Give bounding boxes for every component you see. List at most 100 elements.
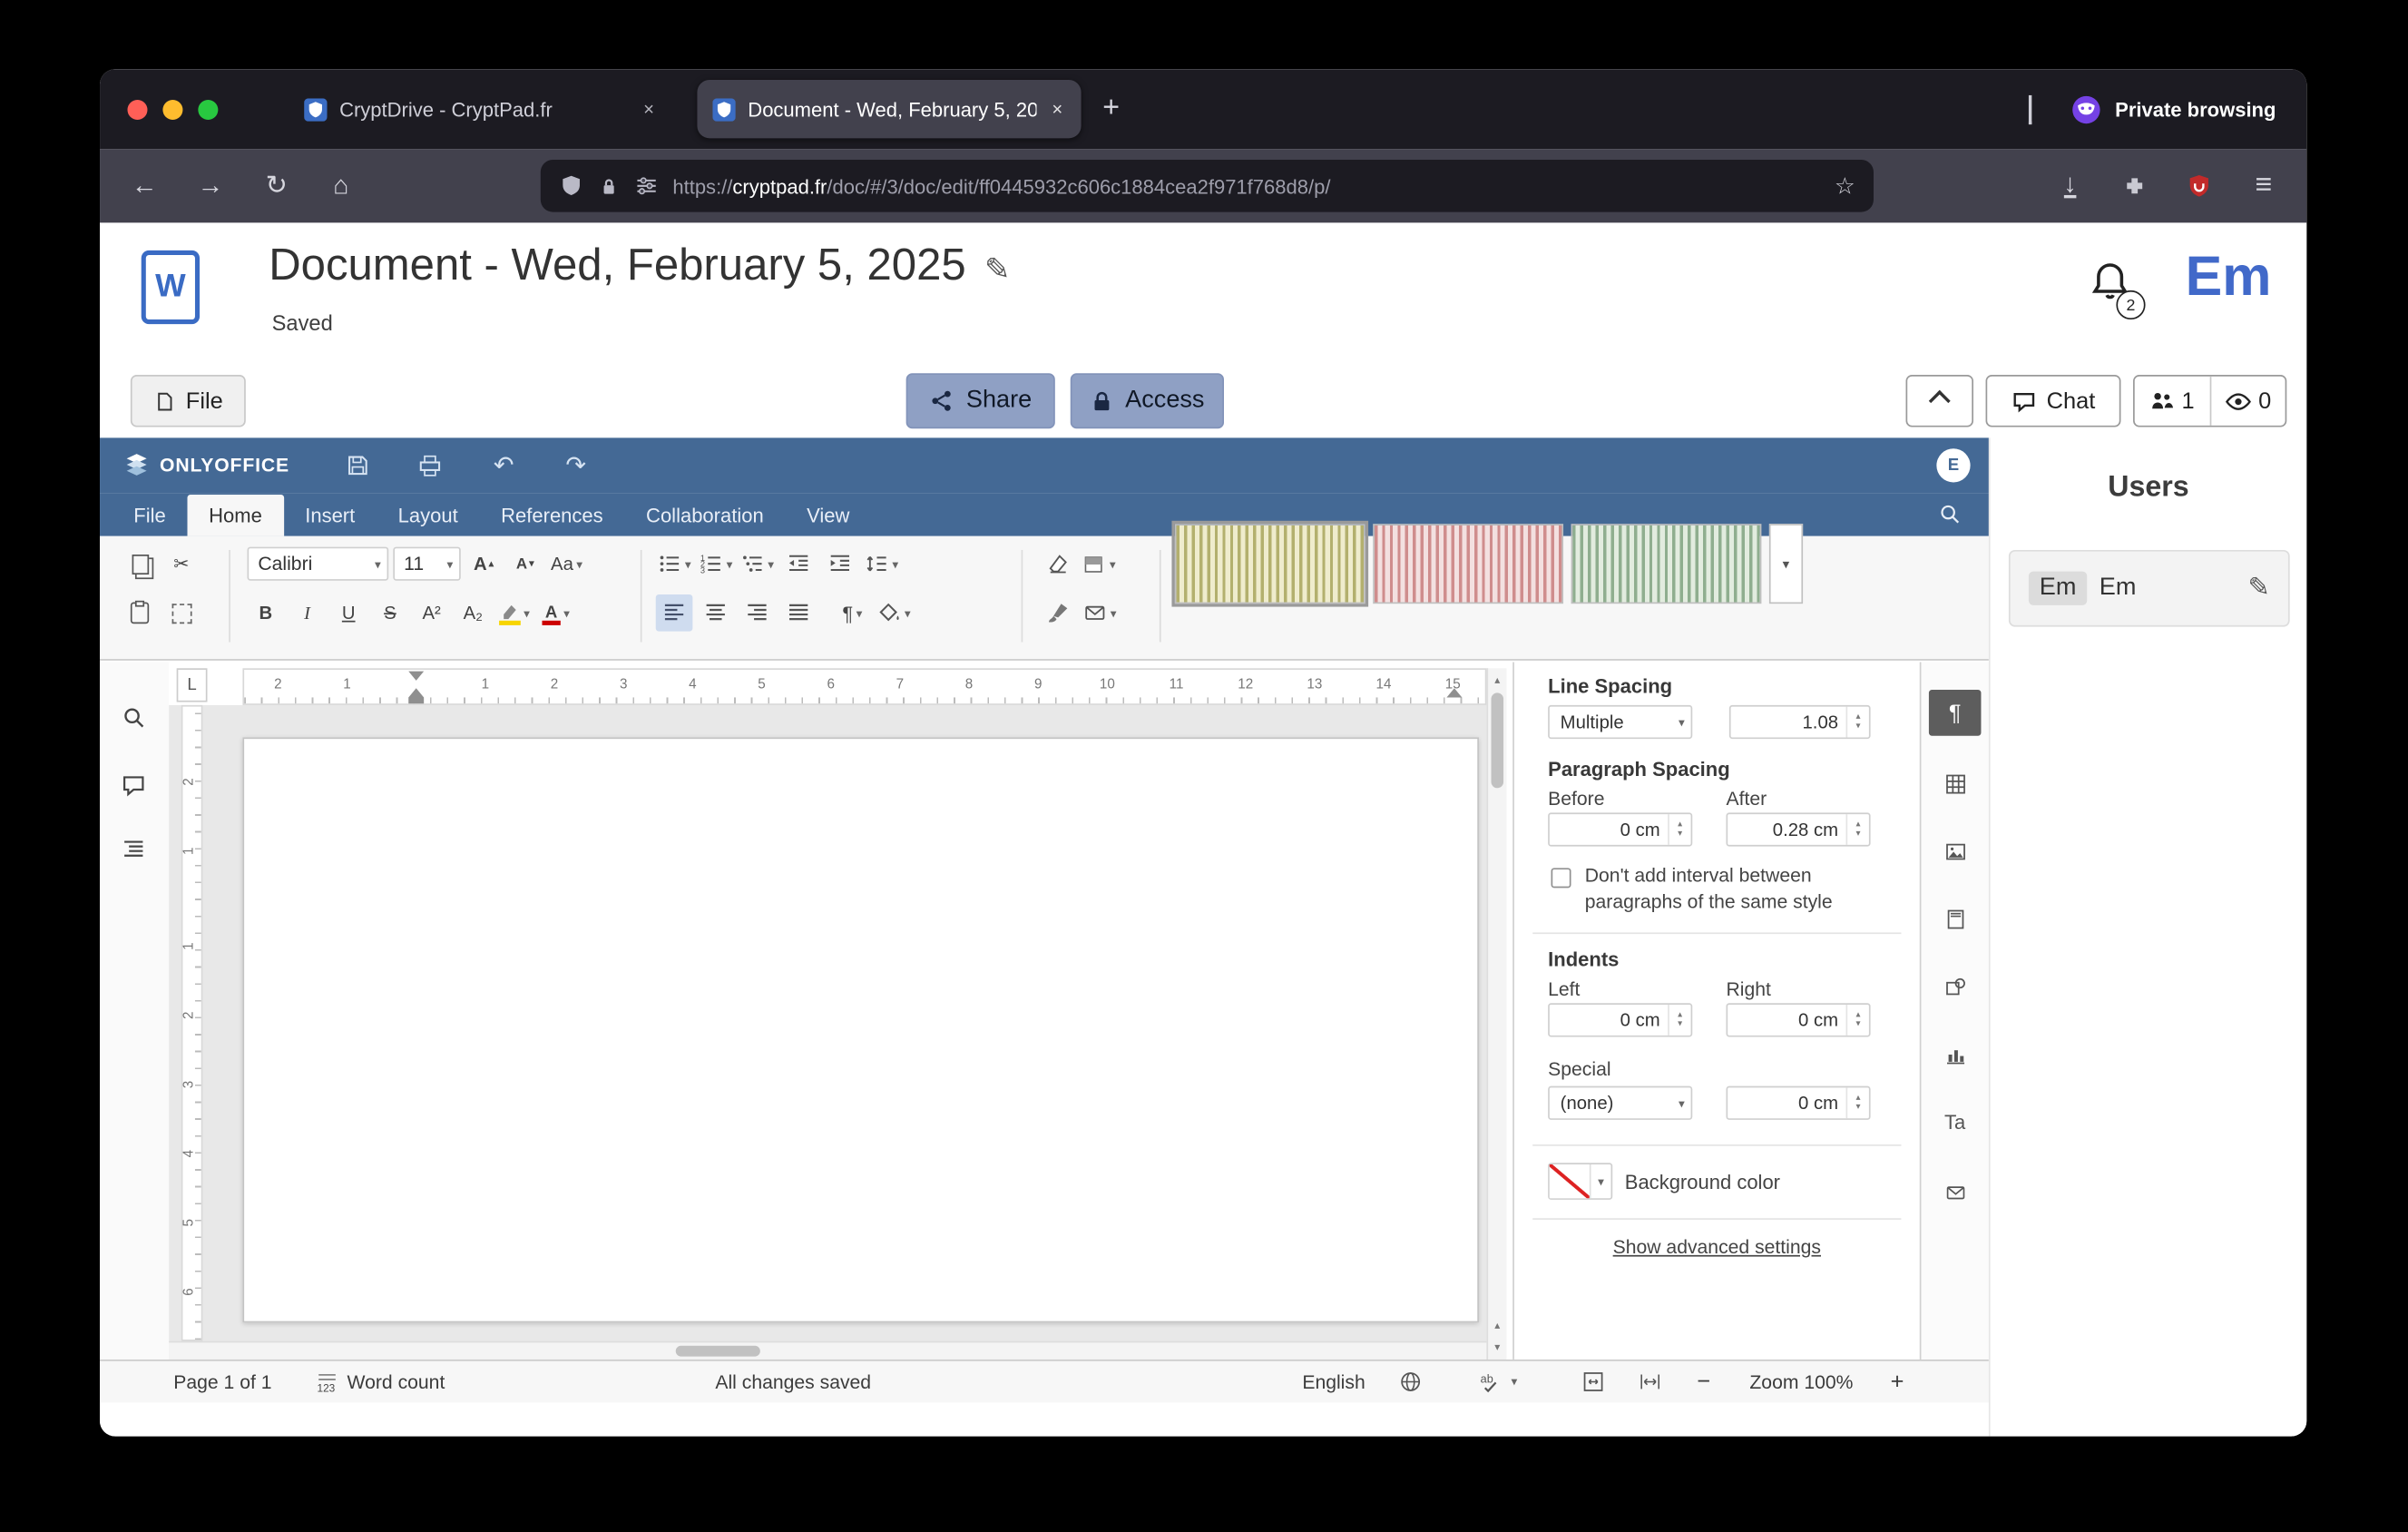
line-spacing-button[interactable] (863, 545, 900, 583)
special-select[interactable]: (none) (1548, 1086, 1692, 1120)
bookmark-star-icon[interactable]: ☆ (1835, 172, 1855, 200)
indent-left-spinner[interactable]: 0 cm (1548, 1003, 1692, 1036)
comments-button[interactable] (113, 763, 155, 806)
spacing-after-spinner[interactable]: 0.28 cm (1726, 812, 1870, 846)
set-language-button[interactable] (1399, 1361, 1422, 1403)
scroll-up-arrow[interactable]: ▴ (1488, 672, 1506, 690)
special-amount-spinner[interactable]: 0 cm (1726, 1086, 1870, 1120)
align-center-button[interactable] (697, 594, 734, 632)
shape-settings-tab[interactable] (1929, 963, 1982, 1009)
paragraph-shading-button[interactable] (876, 594, 913, 632)
language-button[interactable]: English (1302, 1361, 1365, 1403)
style-preview-2[interactable] (1373, 524, 1563, 604)
style-gallery-expand-button[interactable]: ▾ (1769, 524, 1803, 604)
zoom-in-button[interactable]: + (1891, 1361, 1904, 1403)
menu-tab-view[interactable]: View (785, 495, 871, 536)
font-size-select[interactable]: 11 (393, 547, 460, 581)
indent-right-spinner[interactable]: 0 cm (1726, 1003, 1870, 1036)
home-button[interactable]: ⌂ (318, 162, 364, 209)
italic-button[interactable]: I (289, 594, 326, 632)
swatch-caret-icon[interactable]: ▾ (1591, 1164, 1611, 1198)
headerfooter-settings-tab[interactable] (1929, 896, 1982, 942)
https-lock-icon[interactable] (597, 174, 620, 197)
find-button[interactable] (113, 696, 155, 739)
share-button[interactable]: Share (906, 373, 1055, 428)
bullet-list-button[interactable] (656, 545, 693, 583)
tab-stop-selector[interactable]: L (177, 668, 208, 702)
cut-button[interactable]: ✂ (162, 545, 200, 583)
font-name-select[interactable]: Calibri (248, 547, 389, 581)
back-button[interactable]: ← (122, 162, 168, 209)
style-preview-1[interactable] (1175, 524, 1366, 604)
left-indent-marker[interactable] (408, 697, 424, 703)
url-bar[interactable]: https://cryptpad.fr/doc/#/3/doc/edit/ff0… (541, 160, 1874, 212)
mail-merge-button[interactable] (1082, 594, 1119, 632)
reload-button[interactable]: ↻ (253, 162, 299, 209)
image-settings-tab[interactable] (1929, 828, 1982, 874)
forward-button[interactable]: → (187, 162, 233, 209)
copy-style-button[interactable] (1040, 594, 1077, 632)
chart-settings-tab[interactable] (1929, 1031, 1982, 1077)
user-avatar-initials[interactable]: Em (2186, 244, 2272, 309)
zoom-out-button[interactable]: − (1697, 1361, 1710, 1403)
font-color-button[interactable]: A (537, 594, 574, 632)
editor-search-icon[interactable] (1938, 502, 1961, 525)
horizontal-ruler[interactable]: 21123456789101112131415 (242, 668, 1486, 705)
hanging-indent-marker[interactable] (408, 688, 424, 697)
first-line-indent-marker[interactable] (408, 672, 424, 681)
subscript-button[interactable]: A₂ (455, 594, 492, 632)
collapse-toolbar-button[interactable] (1906, 375, 1973, 427)
clear-style-button[interactable] (1040, 545, 1077, 583)
background-color-swatch[interactable]: ▾ (1548, 1163, 1612, 1200)
line-spacing-select[interactable]: Multiple (1548, 705, 1692, 739)
permissions-sliders-icon[interactable] (634, 173, 659, 198)
increase-indent-button[interactable] (822, 545, 859, 583)
numbered-list-button[interactable]: 123 (697, 545, 734, 583)
edit-user-pencil-icon[interactable]: ✎ (2248, 573, 2270, 604)
ublock-icon[interactable] (2178, 164, 2220, 207)
increase-font-button[interactable]: A▴ (465, 545, 503, 583)
decrease-font-button[interactable]: A▾ (507, 545, 544, 583)
tab-list-chevron-icon[interactable] (2029, 95, 2031, 123)
highlight-color-button[interactable] (496, 594, 533, 632)
downloads-icon[interactable]: ↓ (2049, 164, 2091, 207)
extensions-puzzle-icon[interactable] (2113, 164, 2156, 207)
close-tab-icon[interactable]: × (641, 98, 658, 120)
menu-tab-layout[interactable]: Layout (377, 495, 479, 536)
spacing-before-spinner[interactable]: 0 cm (1548, 812, 1692, 846)
textart-settings-tab[interactable]: Ta (1929, 1098, 1982, 1144)
vertical-ruler[interactable]: 21123456 (181, 705, 203, 1341)
vertical-scrollbar[interactable]: ▴ ▴ ▾ (1486, 668, 1506, 1360)
previous-page-arrow[interactable]: ▴ (1488, 1317, 1506, 1335)
shading-button[interactable] (1082, 545, 1119, 583)
url-text[interactable]: https://cryptpad.fr/doc/#/3/doc/edit/ff0… (672, 174, 1820, 197)
mailmerge-settings-tab[interactable] (1929, 1169, 1982, 1215)
close-tab-icon[interactable]: × (1049, 98, 1066, 120)
file-menu-button[interactable]: File (131, 375, 246, 427)
print-button[interactable] (408, 446, 451, 486)
vertical-scroll-thumb[interactable] (1492, 692, 1504, 788)
document-page[interactable] (242, 737, 1479, 1322)
zoom-level[interactable]: Zoom 100% (1737, 1361, 1865, 1403)
underline-button[interactable]: U (330, 594, 367, 632)
copy-button[interactable] (122, 545, 159, 583)
new-tab-button[interactable]: + (1102, 93, 1120, 126)
select-all-button[interactable] (162, 594, 200, 632)
spellcheck-button[interactable]: ab ▾ (1479, 1361, 1517, 1403)
menu-tab-home[interactable]: Home (187, 495, 283, 536)
browser-tab-cryptdrive[interactable]: CryptDrive - CryptPad.fr × (289, 80, 672, 138)
fit-page-button[interactable] (1581, 1361, 1604, 1403)
tracking-protection-shield-icon[interactable] (559, 173, 583, 198)
line-spacing-amount-spinner[interactable]: 1.08 (1729, 705, 1871, 739)
multilevel-list-button[interactable] (739, 545, 776, 583)
table-settings-tab[interactable] (1929, 761, 1982, 807)
interval-checkbox[interactable] (1551, 868, 1571, 888)
show-advanced-settings-link[interactable]: Show advanced settings (1514, 1237, 1920, 1259)
hamburger-menu-icon[interactable]: ≡ (2242, 164, 2285, 207)
edit-title-pencil-icon[interactable]: ✎ (984, 253, 1010, 287)
menu-tab-file[interactable]: File (113, 495, 188, 536)
browser-tab-document[interactable]: Document - Wed, February 5, 2025 × (697, 80, 1081, 138)
superscript-button[interactable]: A² (413, 594, 450, 632)
close-window-button[interactable] (127, 99, 147, 119)
chat-button[interactable]: Chat (1986, 375, 2121, 427)
